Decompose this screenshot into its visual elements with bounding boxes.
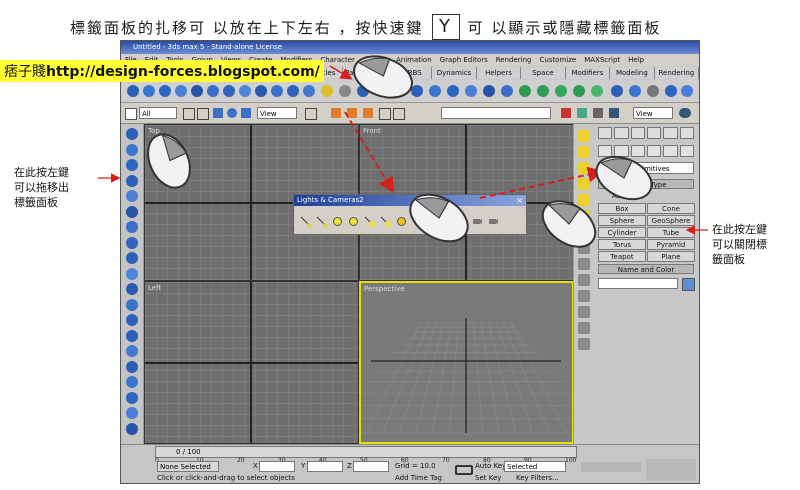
left-annotation: 在此按左鍵 可以拖移出 標籤面板: [14, 166, 69, 209]
watermark-name: 痞子賤: [4, 64, 46, 80]
drag-path-arrow-1: [344, 111, 395, 194]
right-annotation: 在此按左鍵 可以關閉標 籤面板: [712, 223, 767, 266]
mouse-icon: [541, 200, 597, 248]
mouse-icon: [409, 193, 469, 243]
mouse-icon: [147, 133, 191, 189]
watermark-url: http://design-forces.blogspot.com/: [46, 64, 320, 80]
mouse-icon: [353, 55, 413, 99]
drag-path-arrow-2: [479, 166, 604, 199]
watermark-banner: 痞子賤http://design-forces.blogspot.com/: [0, 60, 324, 82]
tab-pointer-arrow: [329, 65, 353, 80]
